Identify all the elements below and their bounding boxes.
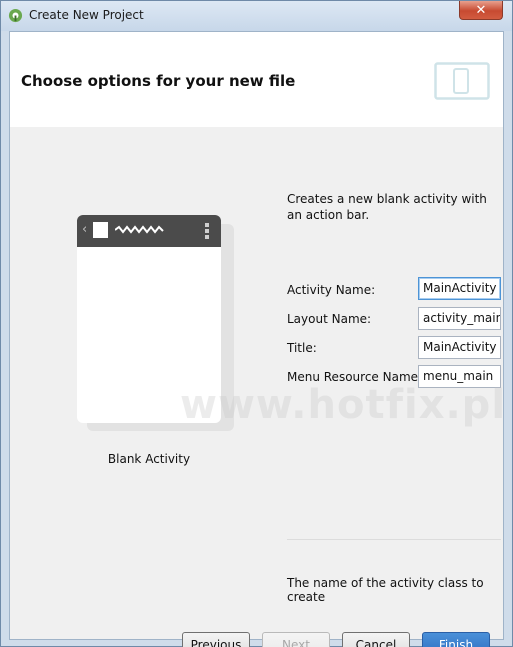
next-button[interactable]: Next	[262, 632, 330, 647]
page-title: Choose options for your new file	[21, 72, 296, 90]
activity-name-label: Activity Name:	[287, 283, 376, 297]
divider	[287, 539, 501, 540]
dialog-window: Create New Project ✕ Choose options for …	[0, 0, 513, 647]
activity-preview: ‹	[77, 215, 221, 423]
finish-button[interactable]: Finish	[422, 632, 490, 647]
title-bar: Create New Project ✕	[1, 1, 512, 31]
app-icon-placeholder	[93, 222, 108, 238]
title-squiggle-icon	[115, 225, 164, 234]
help-text: The name of the activity class to create	[287, 576, 484, 604]
template-name: Blank Activity	[107, 452, 191, 466]
options-panel: ‹ Blank Activity Creates a new blank act…	[10, 127, 505, 647]
menu-resource-name-label: Menu Resource Name:	[287, 370, 423, 384]
title-label: Title:	[287, 341, 317, 355]
close-button[interactable]: ✕	[459, 1, 503, 20]
previous-button[interactable]: Previous	[182, 632, 250, 647]
device-icon	[434, 62, 490, 100]
layout-name-label: Layout Name:	[287, 312, 372, 326]
activity-name-input[interactable]: MainActivity	[418, 277, 501, 300]
back-chevron-icon: ‹	[82, 222, 88, 237]
preview-action-bar: ‹	[77, 215, 221, 247]
android-studio-icon	[8, 8, 23, 23]
overflow-menu-icon	[205, 223, 209, 239]
cancel-button[interactable]: Cancel	[342, 632, 410, 647]
layout-name-input[interactable]: activity_main	[418, 307, 501, 330]
title-input[interactable]: MainActivity	[418, 336, 501, 359]
header: Choose options for your new file	[10, 32, 503, 127]
template-description: Creates a new blank activity with an act…	[287, 192, 487, 222]
menu-resource-name-input[interactable]: menu_main	[418, 365, 501, 388]
dialog-content: Choose options for your new file ‹ Blank…	[9, 31, 505, 647]
window-title: Create New Project	[29, 8, 144, 22]
